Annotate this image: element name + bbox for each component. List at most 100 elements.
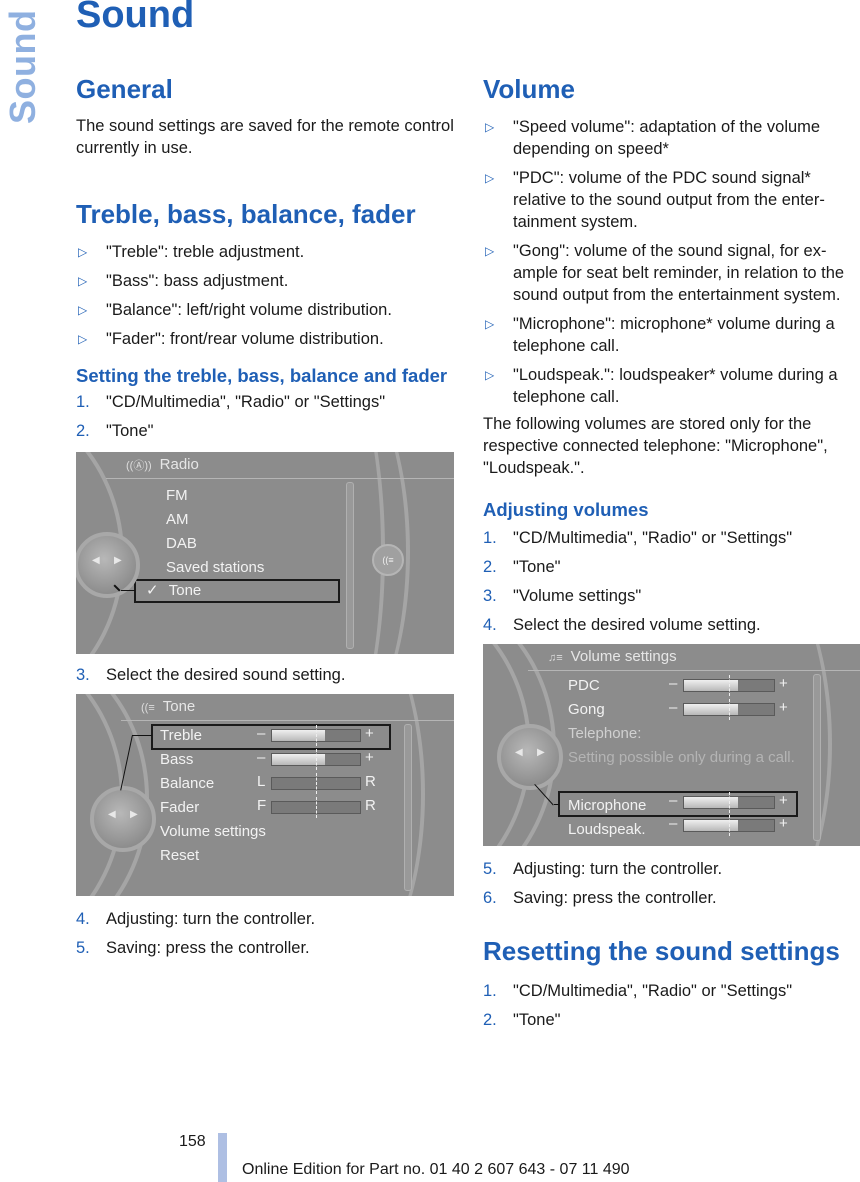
menu-item-dab[interactable]: DAB xyxy=(166,532,331,556)
triangle-bullet-icon: ▷ xyxy=(485,120,495,134)
setting-step-3: 3. Select the desired sound setting. xyxy=(76,664,454,686)
triangle-bullet-icon: ▷ xyxy=(485,368,495,382)
side-tab-label: Sound xyxy=(2,9,43,124)
slider-center-mark xyxy=(316,749,317,770)
list-item: ▷ "Bass": bass adjustment. xyxy=(78,272,289,290)
slider-microphone-right-label: + xyxy=(779,792,788,809)
slider-center-mark xyxy=(729,792,730,813)
slider-fader-left-label: F xyxy=(257,797,267,814)
slider-microphone[interactable] xyxy=(683,792,775,813)
screen-header: ((Ⓐ)) Radio xyxy=(106,452,454,479)
triangle-bullet-icon: ▷ xyxy=(485,171,495,185)
setting-steps-b: 4. Adjusting: turn the controller. 5. Savi… xyxy=(76,908,454,959)
list-item: 1. "CD/Multimedia", "Radio" or "Settings" xyxy=(76,393,386,411)
slider-pdc-left-label: – xyxy=(669,675,678,692)
volume-list: ▷ "Speed volume": adaptation of the volum… xyxy=(483,116,860,408)
resetting-heading: Resetting the sound settings xyxy=(483,936,840,966)
radio-menu: FM AM DAB Saved stations xyxy=(166,484,331,580)
slider-fader[interactable] xyxy=(271,797,361,818)
list-item: 4. Select the desired volume setting. xyxy=(483,616,761,634)
general-text: The sound settings are saved for the rem… xyxy=(76,117,454,157)
slider-bass-right-label: + xyxy=(365,749,374,766)
menu-item-am[interactable]: AM xyxy=(166,508,331,532)
triangle-bullet-icon: ▷ xyxy=(485,244,495,258)
triangle-bullet-icon: ▷ xyxy=(485,317,495,331)
arrow-left-icon: ◀ xyxy=(108,809,116,820)
slider-treble[interactable] xyxy=(271,725,361,746)
slider-center-mark xyxy=(316,773,317,794)
slider-gong-right-label: + xyxy=(779,699,788,716)
triangle-bullet-icon: ▷ xyxy=(78,332,88,346)
controller-knob: ◀ ▶ xyxy=(497,724,563,790)
slider-bass[interactable] xyxy=(271,749,361,770)
menu-item-reset[interactable]: Reset xyxy=(160,844,280,868)
setting-heading: Setting the treble, bass, balance and fa… xyxy=(76,365,448,386)
slider-gong[interactable] xyxy=(683,699,775,720)
slider-center-mark xyxy=(316,725,317,746)
menu-item-volume-settings[interactable]: Volume settings xyxy=(160,820,280,844)
list-item: ▷ "Microphone": microphone* volume during… xyxy=(485,315,835,355)
slider-treble-right-label: + xyxy=(365,725,374,742)
arrow-right-icon: ▶ xyxy=(114,555,122,566)
volume-settings-icon: ♫≡ xyxy=(548,652,563,664)
screen-header: ((≡ Tone xyxy=(121,694,454,721)
slider-gong-left-label: – xyxy=(669,699,678,716)
list-item: ▷ "Fader": front/rear volume distribution… xyxy=(78,330,384,348)
list-item: 5. Adjusting: turn the controller. xyxy=(483,860,723,878)
list-item: 3. Select the desired sound setting. xyxy=(76,666,346,684)
controller-knob: ◀ ▶ xyxy=(76,532,140,598)
slider-balance[interactable] xyxy=(271,773,361,794)
screen-header: ♫≡ Volume settings xyxy=(528,644,860,671)
list-item: ▷ "Treble": treble adjustment. xyxy=(78,243,305,261)
list-item: 5. Saving: press the controller. xyxy=(76,939,310,957)
page-title: Sound xyxy=(76,0,195,36)
slider-loudspeak-left-label: – xyxy=(669,815,678,832)
list-item: 2. "Tone" xyxy=(483,1011,561,1029)
tone-screenshot: ((≡ Tone Treble Bass Balance Fader Volume… xyxy=(76,694,454,896)
setting-steps-a: 1. "CD/Multimedia", "Radio" or "Settings"… xyxy=(76,391,454,442)
volume-note: The following volumes are stored only fo… xyxy=(483,415,828,477)
page-number: 158 xyxy=(179,1133,206,1150)
arrow-right-icon: ▶ xyxy=(130,809,138,820)
list-item: 2. "Tone" xyxy=(76,422,154,440)
radio-antenna-icon: ((Ⓐ)) xyxy=(126,460,152,472)
scrollbar[interactable] xyxy=(813,674,821,841)
triangle-bullet-icon: ▷ xyxy=(78,245,88,259)
arrow-left-icon: ◀ xyxy=(92,555,100,566)
scrollbar[interactable] xyxy=(404,724,412,891)
menu-item-saved-stations[interactable]: Saved stations xyxy=(166,556,331,580)
arrow-left-icon: ◀ xyxy=(515,747,523,758)
list-item: ▷ "Loudspeak.": loudspeaker* volume durin… xyxy=(485,366,838,406)
treble-heading: Treble, bass, balance, fader xyxy=(76,199,416,229)
check-icon: ✓ xyxy=(146,582,159,599)
slider-loudspeak[interactable] xyxy=(683,815,775,836)
menu-item-tone[interactable]: ✓ Tone xyxy=(134,579,340,603)
list-item: ▷ "PDC": volume of the PDC sound signal* … xyxy=(485,169,825,231)
list-item: 2. "Tone" xyxy=(483,558,561,576)
list-item: 3. "Volume settings" xyxy=(483,587,642,605)
slider-pdc[interactable] xyxy=(683,675,775,696)
list-item: 1. "CD/Multimedia", "Radio" or "Settings" xyxy=(483,529,793,547)
adjusting-steps-b: 5. Adjusting: turn the controller. 6. Savi… xyxy=(483,858,860,909)
slider-pdc-right-label: + xyxy=(779,675,788,692)
tone-icon: ((≡ xyxy=(382,555,394,565)
slider-fader-right-label: R xyxy=(365,797,376,814)
triangle-bullet-icon: ▷ xyxy=(78,303,88,317)
slider-bass-left-label: – xyxy=(257,749,266,766)
adjusting-heading: Adjusting volumes xyxy=(483,499,649,520)
footer-divider xyxy=(218,1133,227,1182)
scrollbar[interactable] xyxy=(346,482,354,649)
slider-center-mark xyxy=(729,699,730,720)
telephone-label: Telephone: xyxy=(568,725,642,742)
treble-list: ▷ "Treble": treble adjustment. ▷ "Bass": b… xyxy=(76,241,454,350)
tone-icon: ((≡ xyxy=(141,702,155,714)
radio-option-button[interactable]: ((≡ xyxy=(372,544,404,576)
slider-loudspeak-right-label: + xyxy=(779,815,788,832)
radio-screenshot: ((Ⓐ)) Radio FM AM DAB Saved stations ✓ To… xyxy=(76,452,454,654)
slider-center-mark xyxy=(729,815,730,836)
side-tab: Sound xyxy=(0,0,43,130)
menu-item-fm[interactable]: FM xyxy=(166,484,331,508)
triangle-bullet-icon: ▷ xyxy=(78,274,88,288)
right-column: Volume ▷ "Speed volume": adaptation of th… xyxy=(483,70,860,1038)
general-heading: General xyxy=(76,74,173,104)
